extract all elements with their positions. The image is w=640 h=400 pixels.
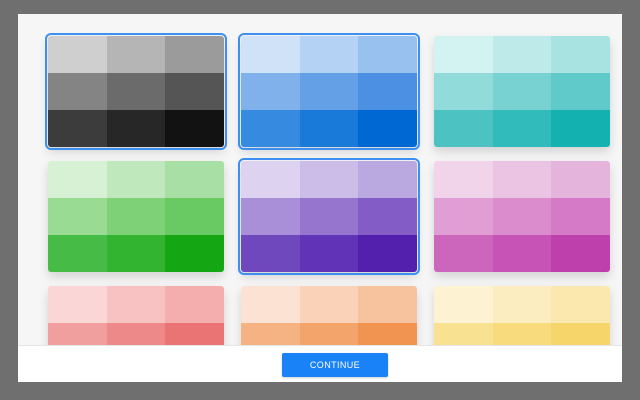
color-cell: [299, 36, 359, 73]
color-cell: [551, 198, 610, 235]
color-cell: [241, 110, 300, 147]
color-cell: [241, 36, 300, 73]
color-cell: [358, 235, 417, 272]
color-cell: [551, 110, 610, 147]
palette-swatch-green[interactable]: [48, 161, 224, 272]
color-cell: [106, 36, 166, 73]
color-cell: [241, 198, 300, 235]
color-cell: [492, 36, 552, 73]
color-cell: [241, 73, 300, 110]
color-cell: [434, 198, 493, 235]
palette-swatch-gray[interactable]: [45, 33, 227, 150]
color-cell: [434, 235, 493, 272]
color-cell: [492, 110, 552, 147]
color-cell: [434, 286, 493, 323]
color-cell: [492, 198, 552, 235]
color-cell: [358, 286, 417, 323]
color-cell: [48, 286, 107, 323]
color-cell: [48, 198, 107, 235]
color-cell: [434, 36, 493, 73]
color-cell: [434, 110, 493, 147]
color-cell: [106, 198, 166, 235]
color-cell: [492, 286, 552, 323]
palette-swatch-blue[interactable]: [238, 33, 420, 150]
color-cell: [434, 73, 493, 110]
color-cell: [358, 110, 417, 147]
color-cell: [48, 235, 107, 272]
color-cell: [299, 110, 359, 147]
color-cell: [299, 161, 359, 198]
color-cell: [299, 286, 359, 323]
color-cell: [165, 286, 224, 323]
color-cell: [299, 73, 359, 110]
palette-grid: [45, 33, 610, 382]
color-cell: [106, 161, 166, 198]
color-cell: [551, 286, 610, 323]
color-cell: [434, 161, 493, 198]
color-cell: [492, 73, 552, 110]
color-cell: [551, 73, 610, 110]
color-cell: [358, 36, 417, 73]
color-cell: [299, 235, 359, 272]
palette-swatch-magenta[interactable]: [434, 161, 610, 272]
dialog-footer: CONTINUE: [18, 345, 622, 382]
color-cell: [299, 198, 359, 235]
color-cell: [165, 110, 224, 147]
color-cell: [48, 36, 107, 73]
color-cell: [492, 235, 552, 272]
color-cell: [165, 161, 224, 198]
color-cell: [165, 73, 224, 110]
color-cell: [106, 110, 166, 147]
color-cell: [241, 161, 300, 198]
color-cell: [551, 235, 610, 272]
color-cell: [492, 161, 552, 198]
color-cell: [358, 73, 417, 110]
palette-swatch-teal[interactable]: [434, 36, 610, 147]
color-cell: [551, 161, 610, 198]
color-cell: [165, 235, 224, 272]
color-cell: [358, 198, 417, 235]
color-cell: [241, 286, 300, 323]
color-cell: [551, 36, 610, 73]
color-cell: [106, 235, 166, 272]
color-cell: [48, 110, 107, 147]
color-cell: [48, 73, 107, 110]
color-cell: [48, 161, 107, 198]
color-cell: [241, 235, 300, 272]
palette-dialog: CONTINUE: [18, 14, 622, 382]
color-cell: [358, 161, 417, 198]
palette-swatch-purple[interactable]: [238, 158, 420, 275]
color-cell: [106, 73, 166, 110]
continue-button[interactable]: CONTINUE: [282, 353, 388, 377]
color-cell: [165, 36, 224, 73]
color-cell: [165, 198, 224, 235]
color-cell: [106, 286, 166, 323]
